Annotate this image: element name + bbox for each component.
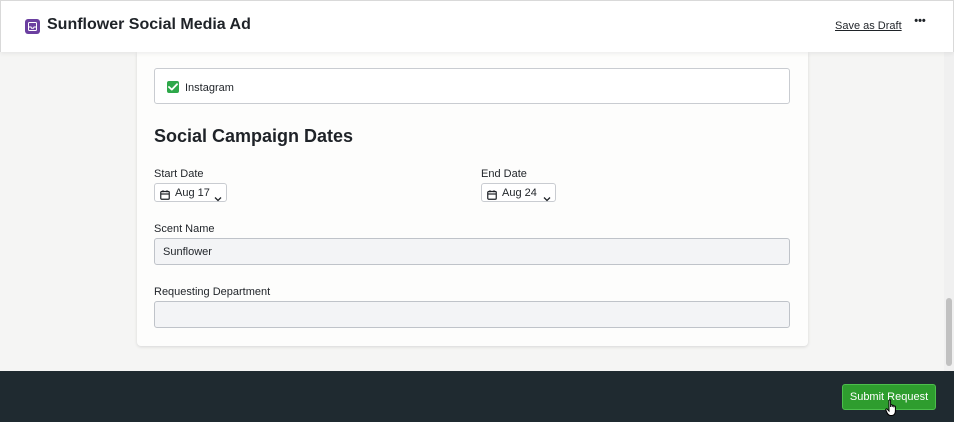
end-date-value: Aug 24 — [502, 187, 537, 199]
form-card: Instagram Social Campaign Dates Start Da… — [137, 52, 808, 346]
top-bar: Sunflower Social Media Ad Save as Draft … — [0, 0, 954, 52]
start-date-label: Start Date — [154, 168, 204, 180]
hand-cursor-icon — [885, 399, 899, 422]
scrollbar-thumb[interactable] — [946, 298, 952, 366]
calendar-icon — [487, 187, 497, 205]
platform-option[interactable]: Instagram — [154, 68, 790, 104]
end-date-picker[interactable]: Aug 24 — [481, 183, 556, 202]
start-date-value: Aug 17 — [175, 187, 210, 199]
more-options-button[interactable]: ••• — [913, 15, 927, 35]
requesting-department-label: Requesting Department — [154, 286, 271, 298]
instagram-label: Instagram — [185, 82, 234, 94]
inbox-icon — [25, 19, 40, 34]
page-title: Sunflower Social Media Ad — [47, 16, 251, 33]
instagram-checkbox[interactable] — [167, 81, 179, 93]
requesting-department-input[interactable] — [154, 301, 790, 328]
scent-name-input[interactable] — [154, 238, 790, 265]
end-date-label: End Date — [481, 168, 527, 180]
save-as-draft-link[interactable]: Save as Draft — [835, 20, 902, 32]
chevron-down-icon — [214, 189, 222, 207]
calendar-icon — [160, 187, 170, 205]
section-title: Social Campaign Dates — [154, 126, 354, 146]
scent-name-label: Scent Name — [154, 223, 215, 235]
start-date-picker[interactable]: Aug 17 — [154, 183, 227, 202]
chevron-down-icon — [543, 189, 551, 207]
footer-bar: Submit Request — [0, 371, 954, 422]
